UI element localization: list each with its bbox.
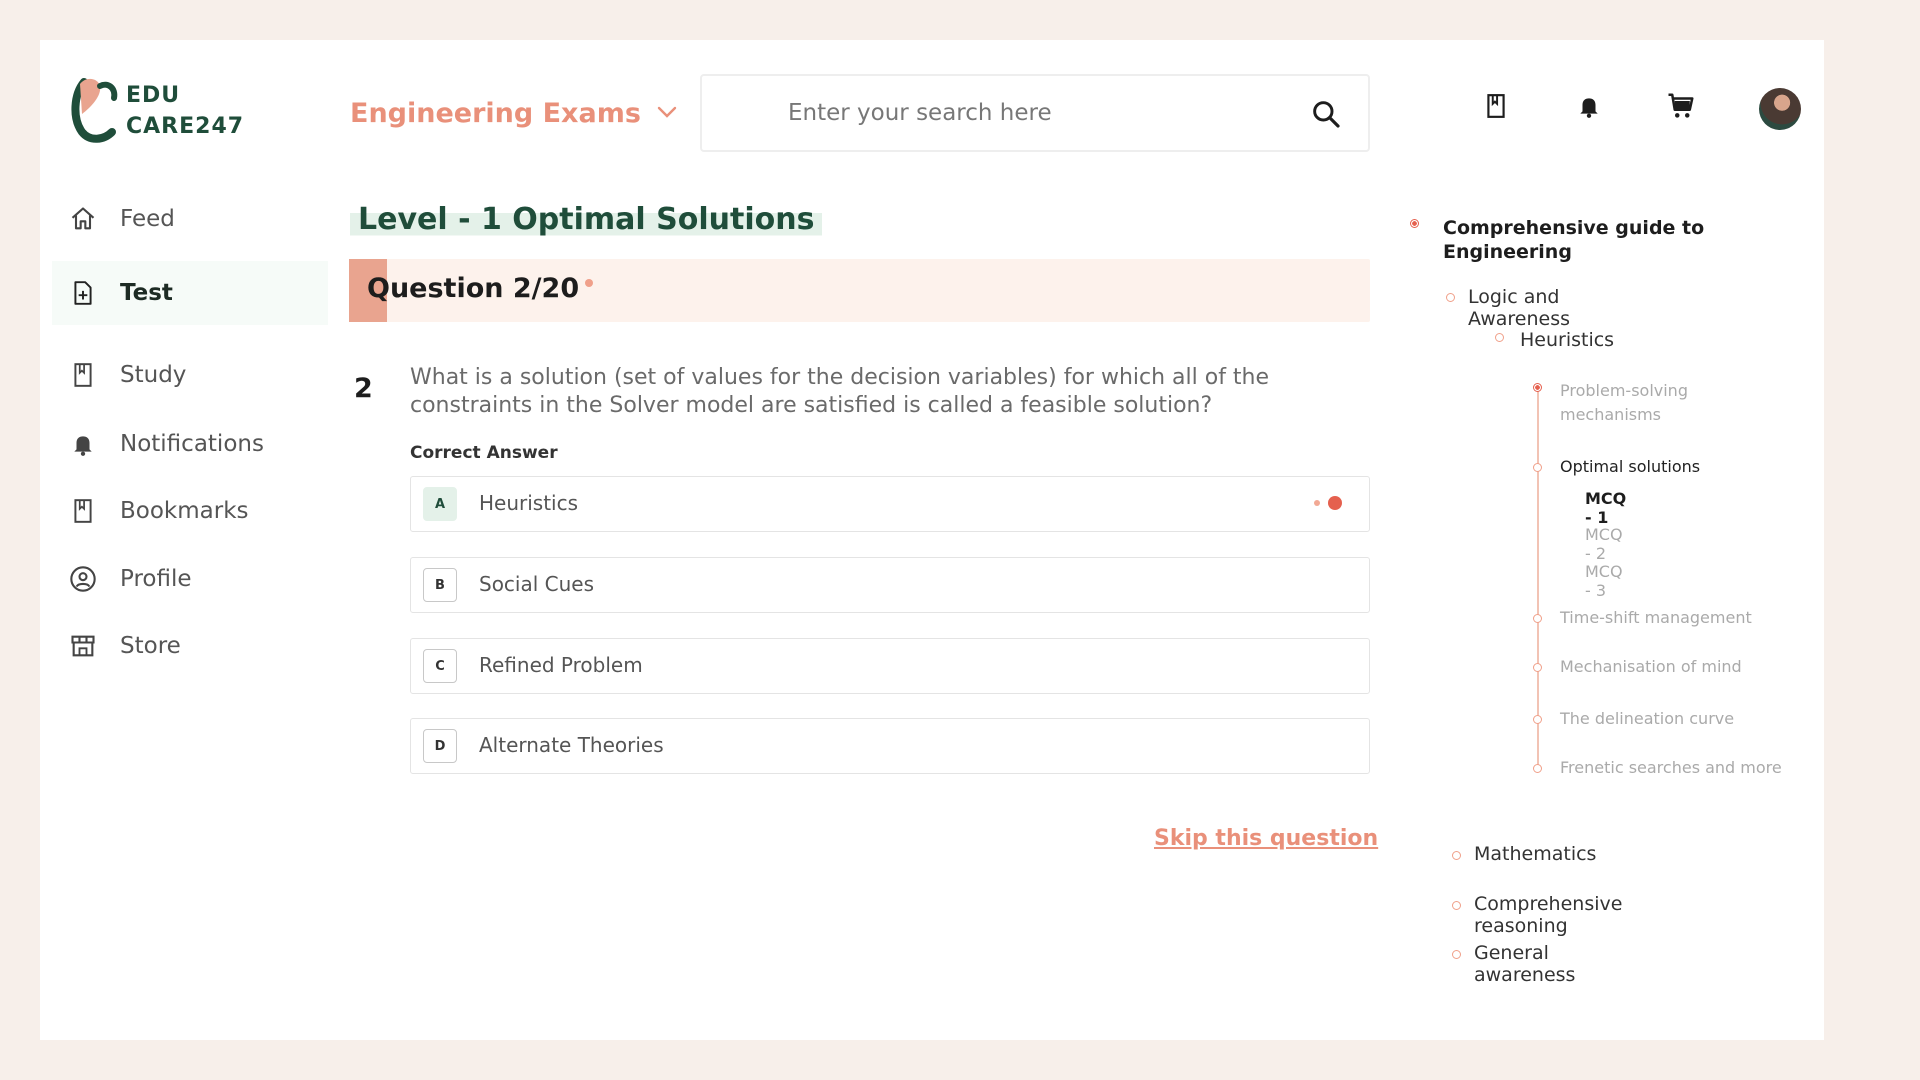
tree-bullet-icon bbox=[1533, 764, 1542, 773]
correct-answer-label: Correct Answer bbox=[410, 443, 558, 463]
option-letter: B bbox=[423, 568, 457, 602]
option-letter: C bbox=[423, 649, 457, 683]
option-text: Alternate Theories bbox=[479, 733, 664, 757]
chevron-down-icon bbox=[657, 104, 677, 123]
question-number: 2 bbox=[354, 373, 373, 404]
page-title: Level - 1 Optimal Solutions bbox=[350, 198, 823, 248]
option-text: Refined Problem bbox=[479, 653, 643, 677]
bell-icon bbox=[68, 429, 98, 459]
tree-topic-frenetic[interactable]: Frenetic searches and more bbox=[1560, 756, 1820, 780]
sidebar-item-bookmarks[interactable]: Bookmarks bbox=[52, 479, 328, 543]
bookmark-icon bbox=[68, 496, 98, 526]
answer-option-c[interactable]: C Refined Problem bbox=[410, 638, 1370, 694]
sidebar-item-notifications[interactable]: Notifications bbox=[52, 412, 328, 476]
test-doc-icon bbox=[68, 278, 98, 308]
profile-icon bbox=[68, 564, 98, 594]
search-input[interactable] bbox=[788, 92, 1268, 134]
tree-topic-delineation[interactable]: The delineation curve bbox=[1560, 707, 1800, 731]
tree-bullet-icon bbox=[1495, 333, 1504, 342]
store-icon bbox=[68, 631, 98, 661]
header-bookmark-button[interactable] bbox=[1476, 88, 1516, 128]
tree-bullet-icon bbox=[1533, 715, 1542, 724]
tree-topic-problem-solving[interactable]: Problem-solving mechanisms bbox=[1560, 379, 1740, 427]
exam-selector-label: Engineering Exams bbox=[350, 97, 641, 129]
sidebar-item-label: Study bbox=[120, 362, 187, 388]
correct-marker-icon bbox=[1311, 495, 1345, 511]
tree-item-heuristics[interactable]: Heuristics bbox=[1520, 329, 1614, 351]
option-text: Heuristics bbox=[479, 491, 579, 515]
home-icon bbox=[68, 204, 98, 234]
tree-bullet-icon bbox=[1533, 463, 1542, 472]
sidebar-item-label: Profile bbox=[120, 566, 192, 592]
option-letter: A bbox=[423, 487, 457, 521]
tree-bullet-icon bbox=[1533, 663, 1542, 672]
header-cart-button[interactable] bbox=[1661, 88, 1701, 128]
tree-bullet-icon bbox=[1410, 219, 1419, 228]
tree-mcq-2[interactable]: MCQ - 2 bbox=[1585, 525, 1623, 563]
sidebar-item-store[interactable]: Store bbox=[52, 614, 328, 678]
answer-option-d[interactable]: D Alternate Theories bbox=[410, 718, 1370, 774]
question-counter-bar: Question 2/20 bbox=[349, 259, 1370, 322]
search-bar bbox=[700, 74, 1370, 152]
brand-logo[interactable]: EDU CARE247 bbox=[70, 74, 260, 144]
tree-bullet-icon bbox=[1533, 383, 1542, 392]
tree-item-logic-awareness[interactable]: Logic and Awareness bbox=[1468, 286, 1570, 330]
option-letter: D bbox=[423, 729, 457, 763]
skip-question-link[interactable]: Skip this question bbox=[1154, 826, 1378, 851]
tree-section-general-awareness[interactable]: General awareness bbox=[1474, 942, 1575, 986]
answer-option-a[interactable]: A Heuristics bbox=[410, 476, 1370, 532]
bell-icon bbox=[1576, 91, 1602, 125]
tree-bullet-icon bbox=[1452, 851, 1461, 860]
cart-icon bbox=[1666, 91, 1696, 125]
tree-bullet-icon bbox=[1446, 293, 1455, 302]
sidebar-item-label: Bookmarks bbox=[120, 498, 249, 524]
status-dot bbox=[585, 279, 593, 287]
bookmark-icon bbox=[1483, 91, 1509, 125]
sidebar-item-profile[interactable]: Profile bbox=[52, 547, 328, 611]
brand-line-1: EDU bbox=[126, 83, 181, 108]
question-text: What is a solution (set of values for th… bbox=[410, 365, 1270, 418]
logo-mark-icon bbox=[71, 78, 118, 143]
tree-topic-mechanisation[interactable]: Mechanisation of mind bbox=[1560, 655, 1800, 679]
tree-topic-optimal-solutions[interactable]: Optimal solutions bbox=[1560, 455, 1740, 479]
tree-mcq-3[interactable]: MCQ - 3 bbox=[1585, 562, 1623, 600]
tree-root-item[interactable]: Comprehensive guide to Engineering bbox=[1443, 216, 1743, 264]
option-text: Social Cues bbox=[479, 572, 595, 596]
tree-topic-time-shift[interactable]: Time-shift management bbox=[1560, 606, 1800, 630]
brand-line-2: CARE247 bbox=[126, 114, 245, 139]
tree-section-comprehensive-reasoning[interactable]: Comprehensive reasoning bbox=[1474, 893, 1622, 937]
search-icon[interactable] bbox=[1310, 98, 1342, 134]
avatar[interactable] bbox=[1759, 88, 1801, 130]
sidebar-item-feed[interactable]: Feed bbox=[52, 187, 328, 251]
exam-selector-dropdown[interactable]: Engineering Exams bbox=[350, 88, 677, 138]
tree-mcq-1[interactable]: MCQ - 1 bbox=[1585, 489, 1626, 527]
sidebar-item-label: Notifications bbox=[120, 431, 264, 457]
answer-option-b[interactable]: B Social Cues bbox=[410, 557, 1370, 613]
question-counter: Question 2/20 bbox=[367, 273, 580, 304]
tree-section-mathematics[interactable]: Mathematics bbox=[1474, 843, 1596, 865]
sidebar-item-label: Feed bbox=[120, 206, 175, 232]
tree-bullet-icon bbox=[1452, 901, 1461, 910]
sidebar-item-label: Test bbox=[120, 280, 173, 306]
tree-bullet-icon bbox=[1452, 950, 1461, 959]
header-notifications-button[interactable] bbox=[1569, 88, 1609, 128]
sidebar-item-study[interactable]: Study bbox=[52, 343, 328, 407]
sidebar-item-label: Store bbox=[120, 633, 181, 659]
sidebar-item-test[interactable]: Test bbox=[52, 261, 328, 325]
study-book-icon bbox=[68, 360, 98, 390]
tree-bullet-icon bbox=[1533, 614, 1542, 623]
